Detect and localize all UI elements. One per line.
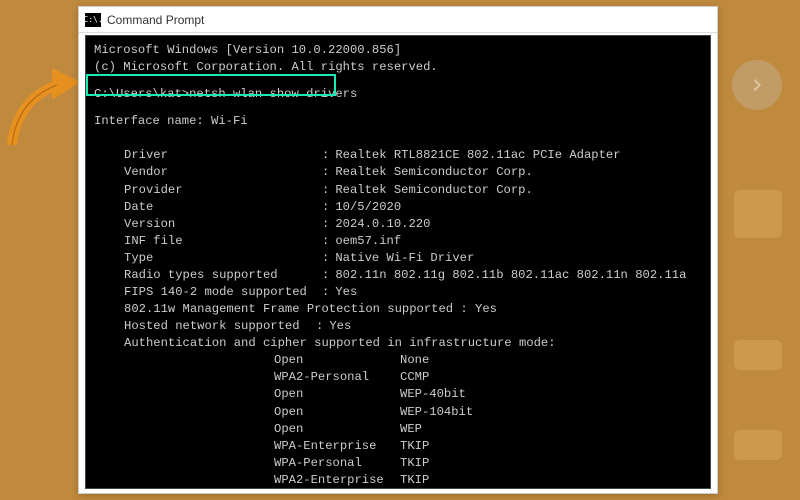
prop-key: Vendor — [124, 164, 322, 181]
prop-key: Radio types supported — [124, 267, 322, 284]
prop-value: Realtek Semiconductor Corp. — [335, 182, 532, 199]
prop-value: Native Wi-Fi Driver — [335, 250, 474, 267]
auth-cipher: TKIP — [400, 472, 429, 489]
auth-cipher: WEP — [400, 421, 422, 438]
header-line-1: Microsoft Windows [Version 10.0.22000.85… — [94, 43, 401, 57]
bg-tile — [734, 190, 782, 238]
carousel-next-button[interactable] — [732, 60, 782, 110]
prop-value: Realtek Semiconductor Corp. — [335, 164, 532, 181]
auth-cipher: TKIP — [400, 455, 429, 472]
header-line-2: (c) Microsoft Corporation. All rights re… — [94, 60, 438, 74]
prop-value: 10/5/2020 — [335, 199, 401, 216]
auth-cipher: WEP-104bit — [400, 404, 473, 421]
prop-key: Driver — [124, 147, 322, 164]
interface-name: Interface name: Wi-Fi — [94, 114, 248, 128]
auth-mode: Open — [274, 386, 400, 403]
prompt-command: netsh wlan show drivers — [189, 87, 357, 101]
command-prompt-window: C:\. Command Prompt Microsoft Windows [V… — [78, 6, 718, 494]
prop-key: Type — [124, 250, 322, 267]
prop-key: Version — [124, 216, 322, 233]
terminal-output[interactable]: Microsoft Windows [Version 10.0.22000.85… — [85, 35, 711, 489]
auth-mode: WPA-Personal — [274, 455, 400, 472]
auth-cipher: CCMP — [400, 369, 429, 386]
auth-mode: WPA-Enterprise — [274, 438, 400, 455]
auth-cipher: TKIP — [400, 438, 429, 455]
auth-header: Authentication and cipher supported in i… — [124, 336, 556, 350]
auth-mode: Open — [274, 404, 400, 421]
prop-key: INF file — [124, 233, 322, 250]
auth-mode: WPA2-Personal — [274, 369, 400, 386]
window-title: Command Prompt — [107, 13, 204, 27]
auth-mode: WPA2-Enterprise — [274, 472, 400, 489]
cmd-icon: C:\. — [85, 13, 101, 27]
prop-value: 802.11n 802.11g 802.11b 802.11ac 802.11n… — [335, 267, 686, 284]
prop-key: Date — [124, 199, 322, 216]
auth-cipher: WEP-40bit — [400, 386, 466, 403]
auth-mode: Open — [274, 352, 400, 369]
prop-value: Yes — [335, 284, 357, 301]
prop-value: Realtek RTL8821CE 802.11ac PCIe Adapter — [335, 147, 620, 164]
prop-key: Hosted network supported — [124, 318, 316, 335]
bg-tile — [734, 340, 782, 370]
prop-value: oem57.inf — [335, 233, 401, 250]
prop-key: FIPS 140-2 mode supported — [124, 284, 322, 301]
callout-arrow-icon — [2, 60, 80, 150]
prop-value: 2024.0.10.220 — [335, 216, 430, 233]
prompt-path: C:\Users\kat> — [94, 87, 189, 101]
window-titlebar[interactable]: C:\. Command Prompt — [79, 7, 717, 33]
auth-mode: Open — [274, 421, 400, 438]
prop-key: Provider — [124, 182, 322, 199]
bg-tile — [734, 430, 782, 460]
prop-value: Yes — [329, 318, 351, 335]
chevron-right-icon — [749, 77, 765, 93]
auth-cipher: None — [400, 352, 429, 369]
mgmt-frame-line: 802.11w Management Frame Protection supp… — [124, 302, 497, 316]
